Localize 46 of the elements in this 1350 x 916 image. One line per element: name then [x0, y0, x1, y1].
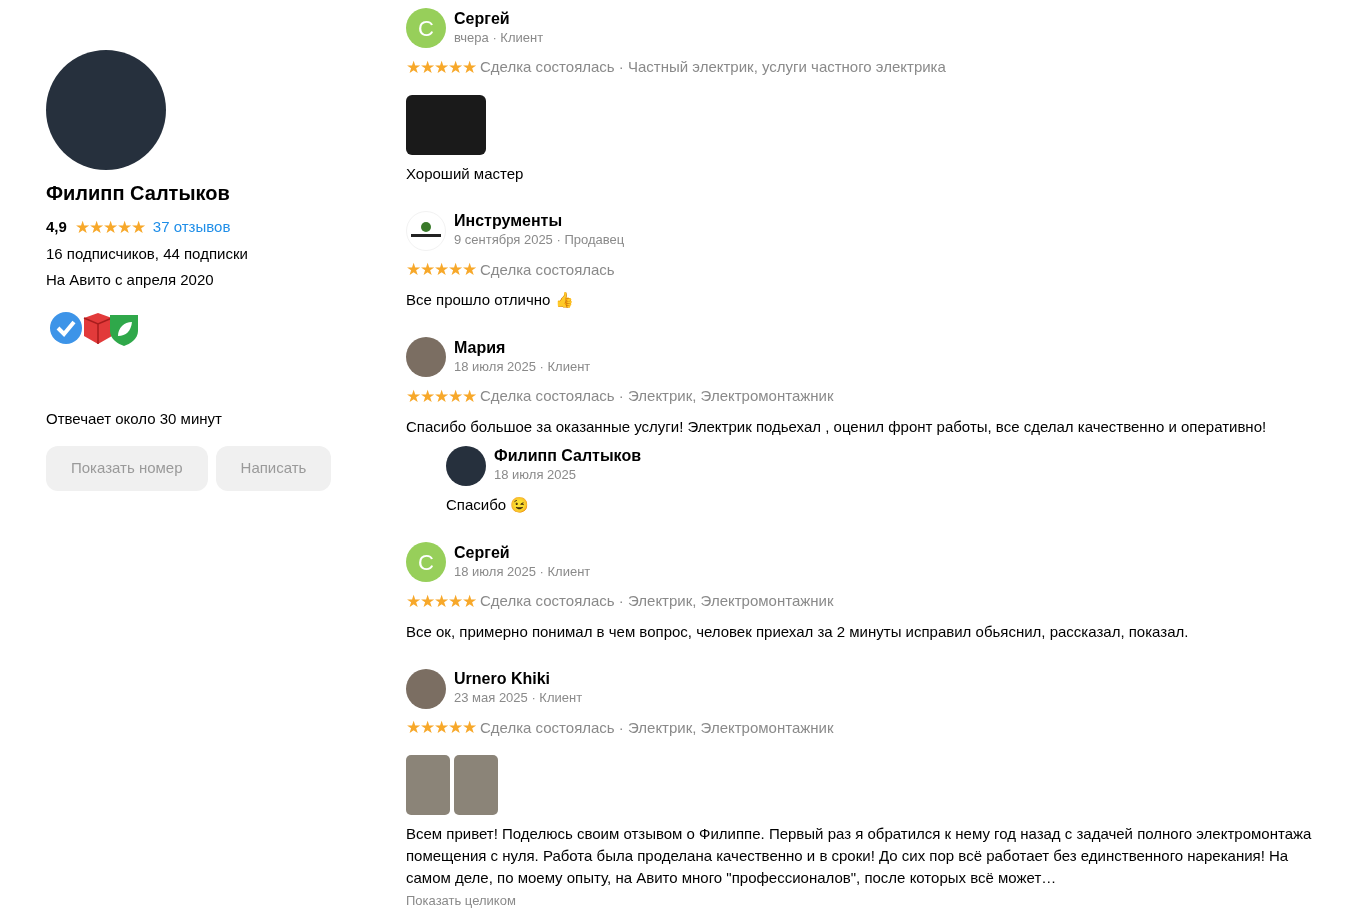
- avatar-photo-placeholder: [406, 337, 446, 377]
- review-meta: 18 июля 2025 · Клиент: [454, 562, 591, 581]
- review-text: Все прошло отлично 👍: [406, 290, 575, 310]
- star-rating: ★★★★★: [406, 387, 476, 405]
- review-meta: 18 июля 2025: [494, 466, 577, 485]
- reply-text: Спасибо 😉: [446, 494, 531, 515]
- author-name: Сергей: [454, 8, 511, 28]
- letter-avatar: С: [406, 542, 446, 582]
- deal-status: Сделка состоялась: [480, 259, 615, 280]
- review-meta: 9 сентября 2025 · Продавец: [454, 231, 625, 250]
- photo-placeholder: [454, 755, 498, 815]
- show-more-link[interactable]: Показать целиком: [406, 891, 516, 911]
- write-button[interactable]: Написать: [215, 446, 332, 491]
- author-name: Urnero Khiki: [454, 669, 551, 689]
- response-time-text: Отвечает около 30 минут: [46, 408, 223, 429]
- avatar-photo-placeholder: [446, 445, 486, 486]
- member-since-text: На Авито с апреля 2020: [46, 270, 215, 290]
- star-rating: ★★★★★: [406, 592, 476, 610]
- review-meta: 18 июля 2025 · Клиент: [454, 357, 591, 376]
- deal-status: Сделка состоялась · Электрик, Электромонтажник: [480, 591, 834, 611]
- review-text: Всем привет! Поделюсь своим отзывом о Филиппе. Первый раз я обратился к нему год назад с задачей полного электромонтажа помещения с нуля. Работа была проделана качественно и в сроки! До сих пор всё работает без единственного нарекания! На самом деле, по моему опыту, на Авито много "профессионалов", после которых всё может…: [406, 824, 1313, 888]
- followers-text: 16 подписчиков, 44 подписки: [46, 243, 249, 264]
- star-rating: ★★★★★: [406, 58, 476, 76]
- rating-value: 4,9: [46, 217, 67, 237]
- review-text: Спасибо большое за оказанные услуги! Электрик подьехал , оценил фронт работы, все сделал качественно и оперативно!: [406, 416, 1268, 437]
- logo-avatar: [406, 210, 446, 251]
- review-meta: 23 мая 2025 · Клиент: [454, 689, 583, 708]
- author-name: Филипп Салтыков: [494, 446, 641, 466]
- deal-status: Сделка состоялась · Электрик, Электромонтажник: [480, 717, 834, 738]
- author-name: Инструменты: [454, 211, 564, 231]
- review-meta: вчера · Клиент: [454, 28, 544, 47]
- star-rating: ★★★★★: [406, 261, 476, 279]
- avatar-photo-placeholder: [406, 668, 446, 709]
- profile-name: Филипп Салтыков: [46, 181, 231, 206]
- reviews-link[interactable]: 37 отзывов: [152, 216, 231, 239]
- author-name: Сергей: [454, 542, 511, 562]
- author-name: Мария: [454, 337, 507, 357]
- deal-status: Сделка состоялась · Электрик, Электромонтажник: [480, 386, 834, 406]
- review-text: Все ок, примерно понимал в чем вопрос, человек приехал за 2 минуты исправил обьяснил, рассказал, показал.: [406, 621, 1190, 642]
- letter-avatar: С: [406, 8, 446, 48]
- photo-placeholder: [406, 755, 450, 815]
- review-text: Хороший мастер: [406, 163, 525, 184]
- show-number-button[interactable]: Показать номер: [46, 446, 208, 491]
- star-rating: ★★★★★: [74, 218, 145, 236]
- star-rating: ★★★★★: [406, 719, 476, 737]
- deal-status: Сделка состоялась · Частный электрик, услуги частного электрика: [480, 57, 946, 77]
